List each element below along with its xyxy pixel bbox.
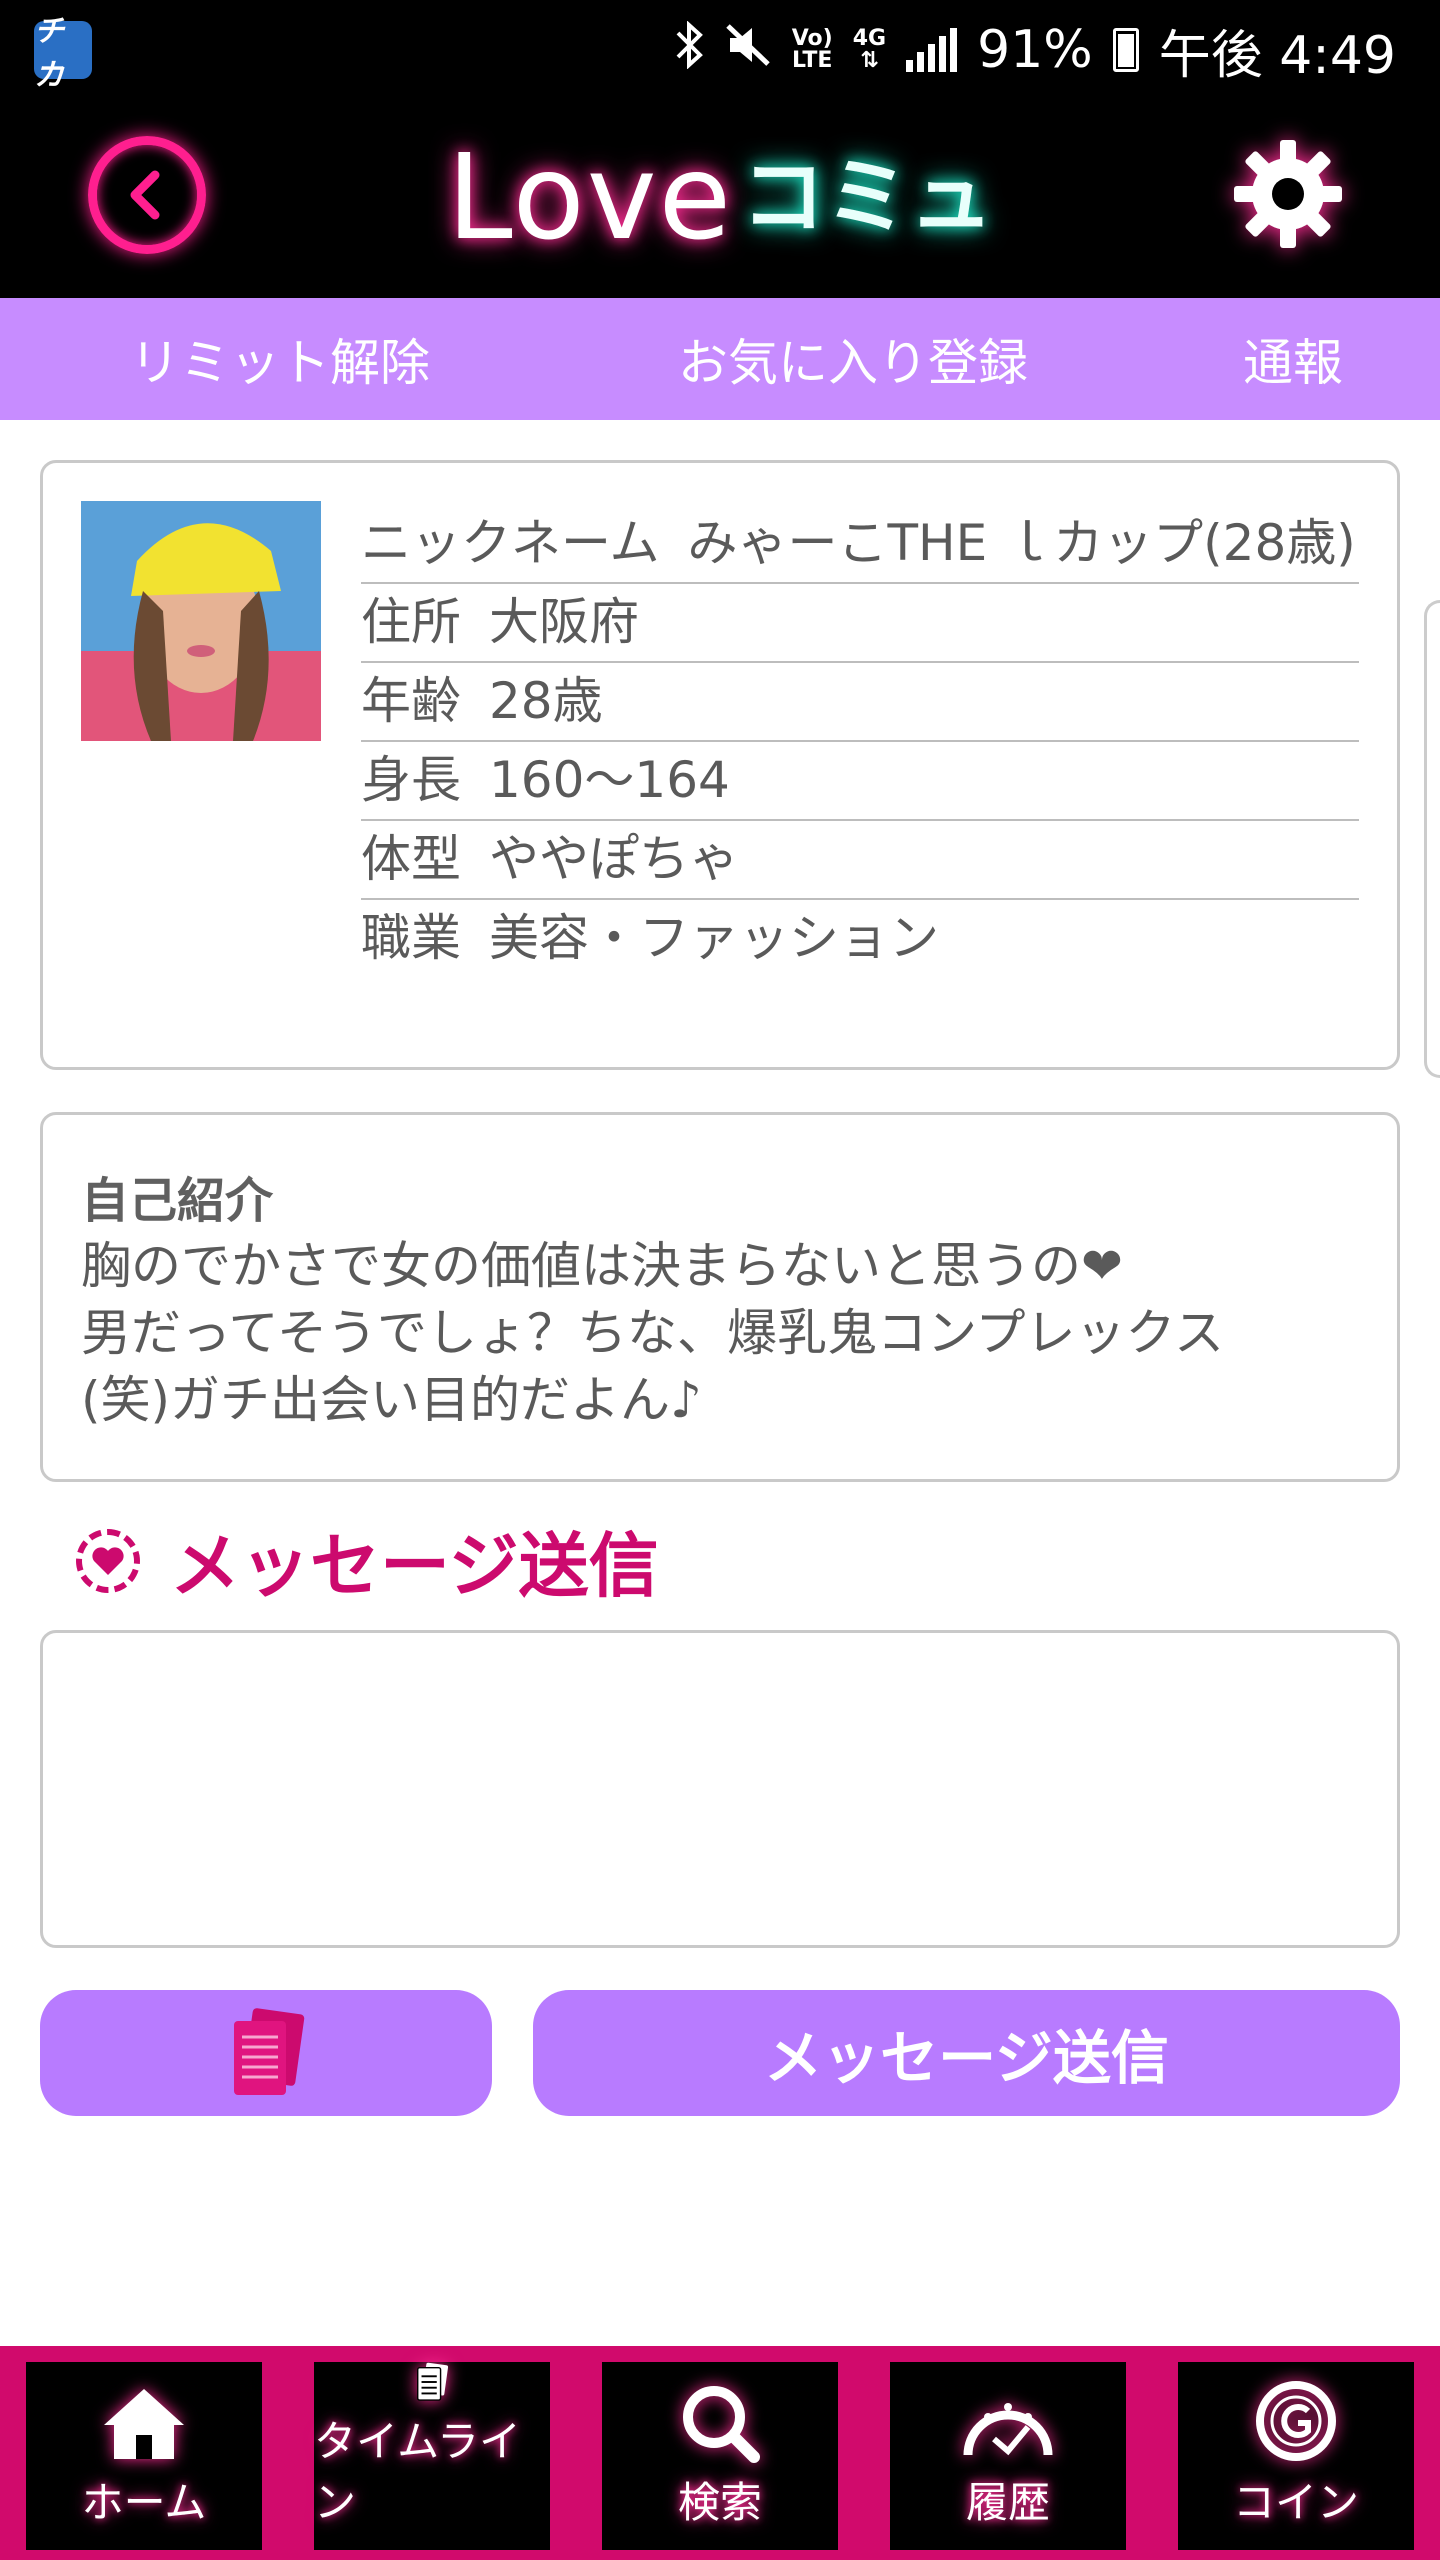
app-notification-icon: チカ bbox=[34, 14, 92, 93]
row-label: 体型 bbox=[361, 830, 461, 888]
battery-icon bbox=[1112, 28, 1139, 72]
nav-label: タイムライン bbox=[314, 2417, 522, 2527]
heart-icon bbox=[76, 1528, 140, 1593]
coin-icon bbox=[1256, 2381, 1336, 2461]
gear-icon bbox=[1234, 140, 1342, 248]
nav-timeline[interactable]: タイムライン bbox=[314, 2362, 550, 2550]
mute-icon bbox=[724, 22, 772, 79]
settings-button[interactable] bbox=[1228, 134, 1348, 254]
app-logo: Love コミュ bbox=[446, 128, 994, 266]
row-value: 28歳 bbox=[489, 672, 603, 730]
template-document-icon bbox=[234, 2008, 305, 2095]
battery-percent: 91% bbox=[977, 20, 1093, 80]
history-icon bbox=[963, 2403, 1053, 2456]
scrollbar[interactable] bbox=[1424, 600, 1440, 1078]
row-value: ややぽちゃ bbox=[489, 830, 739, 888]
nav-label: 履歴 bbox=[965, 2478, 1050, 2527]
profile-details: ニックネーム みゃーこTHE ｌカップ(28歳) 住所 大阪府 年齢 28歳 身長 16… bbox=[361, 505, 1359, 977]
row-value: 美容・ファッション bbox=[489, 909, 939, 967]
nav-label: ホーム bbox=[81, 2478, 207, 2527]
row-label: 住所 bbox=[361, 593, 461, 651]
profile-row-body-type: 体型 ややぽちゃ bbox=[361, 821, 1359, 900]
bottom-navigation: ホーム タイムライン 検索 履歴 コイン bbox=[0, 2346, 1440, 2560]
send-message-button[interactable]: メッセージ送信 bbox=[533, 1990, 1400, 2116]
nav-coin[interactable]: コイン bbox=[1178, 2362, 1414, 2550]
limit-release-link[interactable]: リミット解除 bbox=[130, 323, 430, 395]
message-heading-text: メッセージ送信 bbox=[170, 1525, 659, 1607]
chevron-left-icon bbox=[130, 170, 160, 220]
message-template-button[interactable] bbox=[40, 1990, 492, 2116]
home-icon bbox=[104, 2389, 184, 2459]
intro-text: 胸のでかさで女の価値は決まらないと思うの❤ 男だってそうでしょ？ちな、爆乳鬼コン… bbox=[81, 1237, 1224, 1429]
message-input[interactable] bbox=[40, 1630, 1400, 1948]
search-icon bbox=[683, 2386, 760, 2463]
nav-search[interactable]: 検索 bbox=[602, 2362, 838, 2550]
add-favorite-link[interactable]: お気に入り登録 bbox=[678, 323, 1028, 395]
avatar[interactable] bbox=[81, 501, 321, 741]
report-link[interactable]: 通報 bbox=[1243, 323, 1343, 395]
nav-home[interactable]: ホーム bbox=[26, 2362, 262, 2550]
profile-row-height: 身長 160〜164 bbox=[361, 742, 1359, 821]
row-label: 職業 bbox=[361, 909, 461, 967]
back-button[interactable] bbox=[88, 136, 206, 254]
profile-card: ニックネーム みゃーこTHE ｌカップ(28歳) 住所 大阪府 年齢 28歳 身長 16… bbox=[40, 460, 1400, 1070]
intro-title: 自己紹介 bbox=[81, 1173, 274, 1229]
row-label: ニックネーム bbox=[361, 514, 660, 572]
profile-action-bar: リミット解除 お気に入り登録 通報 bbox=[0, 298, 1440, 420]
network-type-indicator: 4G ⇅ bbox=[852, 26, 887, 73]
row-label: 身長 bbox=[361, 751, 461, 809]
nav-history[interactable]: 履歴 bbox=[890, 2362, 1126, 2550]
profile-row-address: 住所 大阪府 bbox=[361, 584, 1359, 663]
app-header: Love コミュ bbox=[0, 100, 1440, 298]
self-introduction-card: 自己紹介 胸のでかさで女の価値は決まらないと思うの❤ 男だってそうでしょ？ちな、… bbox=[40, 1112, 1400, 1482]
bluetooth-icon bbox=[674, 19, 704, 80]
status-bar: チカ Vo) LTE 4G ⇅ 91% 午後 4:49 bbox=[0, 0, 1440, 100]
profile-row-occupation: 職業 美容・ファッション bbox=[361, 900, 1359, 977]
row-value: 大阪府 bbox=[489, 593, 639, 651]
message-section-heading: メッセージ送信 bbox=[76, 1510, 659, 1611]
signal-icon bbox=[906, 28, 958, 72]
nav-label: コイン bbox=[1232, 2478, 1359, 2527]
profile-row-age: 年齢 28歳 bbox=[361, 663, 1359, 742]
row-value: 160〜164 bbox=[489, 751, 730, 809]
row-value: みゃーこTHE ｌカップ(28歳) bbox=[687, 514, 1356, 572]
profile-row-nickname: ニックネーム みゃーこTHE ｌカップ(28歳) bbox=[361, 505, 1359, 584]
clock: 午後 4:49 bbox=[1158, 25, 1396, 86]
volte-indicator: Vo) LTE bbox=[791, 26, 833, 73]
nav-label: 検索 bbox=[677, 2478, 762, 2527]
row-label: 年齢 bbox=[361, 672, 461, 730]
timeline-icon bbox=[416, 2362, 449, 2401]
